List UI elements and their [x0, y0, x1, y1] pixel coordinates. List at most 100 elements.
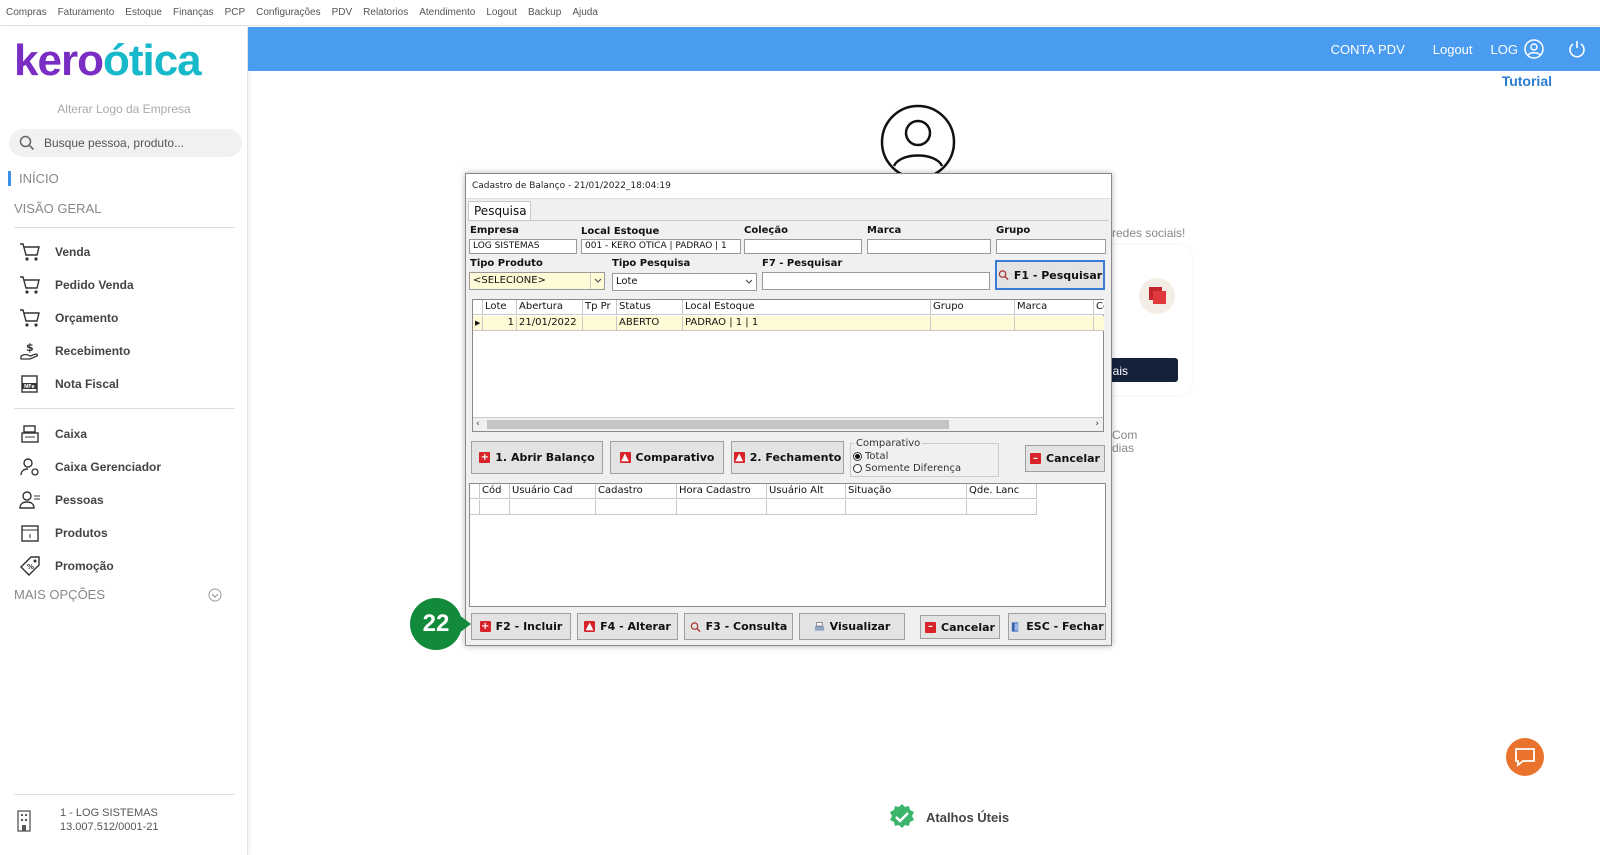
- menu-pdv[interactable]: PDV: [332, 7, 353, 18]
- scrollbar-thumb[interactable]: [487, 420, 949, 429]
- sidebar-item-pedido-venda[interactable]: Pedido Venda: [18, 274, 134, 296]
- search-bar[interactable]: Busque pessoa, produto...: [9, 129, 242, 157]
- menu-ajuda[interactable]: Ajuda: [572, 7, 598, 18]
- grid-header[interactable]: Lote: [483, 300, 517, 315]
- nav-visao-geral[interactable]: VISÃO GERAL: [14, 201, 101, 216]
- label-f7: F7 - Pesquisar: [762, 258, 843, 269]
- sidebar-item-produtos[interactable]: Produtos: [18, 522, 108, 544]
- scroll-right-icon[interactable]: ›: [1095, 419, 1099, 429]
- menu-compras[interactable]: Compras: [6, 7, 47, 18]
- consulta-button[interactable]: F3 - Consulta: [684, 613, 793, 640]
- sidebar-item-nota-fiscal[interactable]: NFe Nota Fiscal: [18, 373, 119, 395]
- tipo-produto-select[interactable]: <SELECIONE>: [469, 272, 605, 290]
- menu-configuracoes[interactable]: Configurações: [256, 7, 320, 18]
- menu-pcp[interactable]: PCP: [225, 7, 246, 18]
- grid-header[interactable]: Abertura: [517, 300, 583, 315]
- f7-search-field[interactable]: [762, 272, 990, 290]
- alterar-button[interactable]: ▲ F4 - Alterar: [577, 613, 678, 640]
- mais-opcoes-toggle[interactable]: MAIS OPÇÕES: [14, 587, 222, 602]
- pesquisar-label: F1 - Pesquisar: [1013, 268, 1103, 282]
- power-icon[interactable]: [1568, 40, 1586, 58]
- radio-checked-icon: [853, 452, 862, 461]
- grid-header[interactable]: Usuário Alt: [767, 484, 846, 499]
- grid-header[interactable]: Cód: [480, 484, 510, 499]
- fechamento-button[interactable]: ▲ 2. Fechamento: [731, 441, 844, 474]
- conta-pdv-link[interactable]: CONTA PDV: [1331, 42, 1405, 57]
- tab-pesquisa[interactable]: Pesquisa: [468, 201, 531, 221]
- grid-header[interactable]: Grupo: [931, 300, 1015, 315]
- radio-total[interactable]: Total: [853, 451, 888, 462]
- menu-faturamento[interactable]: Faturamento: [58, 7, 115, 18]
- menu-estoque[interactable]: Estoque: [125, 7, 162, 18]
- abrir-balanco-button[interactable]: +1. Abrir Balanço: [471, 441, 603, 474]
- grid-header[interactable]: Marca: [1015, 300, 1094, 315]
- radio-diferenca[interactable]: Somente Diferença: [853, 463, 961, 474]
- sidebar-item-venda[interactable]: Venda: [18, 241, 90, 263]
- grid-header[interactable]: Status: [617, 300, 683, 315]
- colecao-field[interactable]: [744, 239, 862, 254]
- atalhos-uteis[interactable]: Atalhos Úteis: [888, 803, 1009, 831]
- cancelar-label: Cancelar: [1046, 452, 1100, 465]
- lancamentos-grid[interactable]: Cód Usuário Cad Cadastro Hora Cadastro U…: [469, 483, 1106, 607]
- lotes-grid[interactable]: Lote Abertura Tp Pr Status Local Estoque…: [472, 299, 1104, 432]
- grid-header[interactable]: Situação: [846, 484, 967, 499]
- menu-relatorios[interactable]: Relatorios: [363, 7, 408, 18]
- grid-header[interactable]: Hora Cadastro: [677, 484, 767, 499]
- app-logo[interactable]: keroótica: [14, 36, 202, 85]
- menu-financas[interactable]: Finanças: [173, 7, 214, 18]
- menu-backup[interactable]: Backup: [528, 7, 561, 18]
- scroll-left-icon[interactable]: ‹: [476, 419, 480, 429]
- sidebar-item-orcamento[interactable]: Orçamento: [18, 307, 118, 329]
- grid-header[interactable]: Tp Pr: [583, 300, 617, 315]
- chat-button[interactable]: [1506, 738, 1544, 776]
- cancelar-balanco-button[interactable]: – Cancelar: [1025, 445, 1105, 472]
- sidebar-item-caixa[interactable]: Caixa: [18, 423, 87, 445]
- fechar-button[interactable]: ESC - Fechar: [1008, 613, 1106, 640]
- menu-logout[interactable]: Logout: [486, 7, 517, 18]
- cell-local-estoque: PADRAO | 1 | 1: [683, 316, 931, 331]
- grid-header[interactable]: Local Estoque: [683, 300, 931, 315]
- profile-avatar-icon: [880, 104, 956, 180]
- chevron-down-icon: [208, 588, 222, 601]
- grid-header[interactable]: Co: [1094, 300, 1104, 315]
- local-estoque-field[interactable]: 001 - KERO OTICA | PADRAO | 1: [581, 239, 741, 254]
- sidebar-item-label: Pedido Venda: [55, 278, 134, 292]
- visualizar-button[interactable]: Visualizar: [799, 613, 905, 640]
- tipo-pesquisa-select[interactable]: Lote: [612, 273, 757, 291]
- user-circle-icon[interactable]: [1524, 39, 1544, 59]
- cell-tp-pr: [583, 316, 617, 331]
- pesquisar-button[interactable]: F1 - Pesquisar: [995, 260, 1105, 290]
- logout-link[interactable]: Logout: [1433, 42, 1473, 57]
- user-log-link[interactable]: LOG: [1491, 42, 1518, 57]
- logo-text-otica: ótica: [102, 36, 202, 85]
- door-exit-icon: [1010, 621, 1021, 632]
- sidebar-item-label: Pessoas: [55, 493, 104, 507]
- sidebar-item-recebimento[interactable]: $ Recebimento: [18, 340, 130, 362]
- comparativo-button[interactable]: ▲ Comparativo: [610, 441, 724, 474]
- empresa-field[interactable]: LOG SISTEMAS: [469, 239, 577, 254]
- mais-opcoes-label: MAIS OPÇÕES: [14, 587, 106, 602]
- grid-header[interactable]: Usuário Cad: [510, 484, 596, 499]
- sidebar-item-label: Caixa Gerenciador: [55, 460, 162, 474]
- nav-inicio[interactable]: INÍCIO: [8, 171, 59, 186]
- sidebar-item-caixa-gerenciador[interactable]: Caixa Gerenciador: [18, 456, 161, 478]
- incluir-button[interactable]: + F2 - Incluir: [471, 613, 571, 640]
- background-text-line: dias: [1112, 441, 1135, 455]
- search-input[interactable]: Busque pessoa, produto...: [44, 136, 184, 150]
- search-icon: [19, 135, 35, 151]
- marca-field[interactable]: [867, 239, 991, 254]
- sidebar-item-pessoas[interactable]: Pessoas: [18, 489, 104, 511]
- horizontal-scrollbar[interactable]: ‹ ›: [473, 417, 1103, 431]
- cancelar-button[interactable]: – Cancelar: [920, 615, 1000, 639]
- tutorial-link[interactable]: Tutorial: [1502, 73, 1552, 89]
- step-marker: 22: [410, 598, 462, 650]
- grupo-field[interactable]: [996, 239, 1106, 254]
- grid-header[interactable]: Cadastro: [596, 484, 677, 499]
- tipo-pesquisa-value: Lote: [616, 276, 638, 287]
- fechamento-label: 2. Fechamento: [749, 451, 842, 464]
- grid-header[interactable]: Qde. Lanc: [967, 484, 1037, 499]
- sidebar-item-promocao[interactable]: % Promoção: [18, 555, 114, 577]
- alter-logo-link[interactable]: Alterar Logo da Empresa: [0, 102, 248, 116]
- chevron-down-icon: [590, 273, 604, 289]
- menu-atendimento[interactable]: Atendimento: [419, 7, 475, 18]
